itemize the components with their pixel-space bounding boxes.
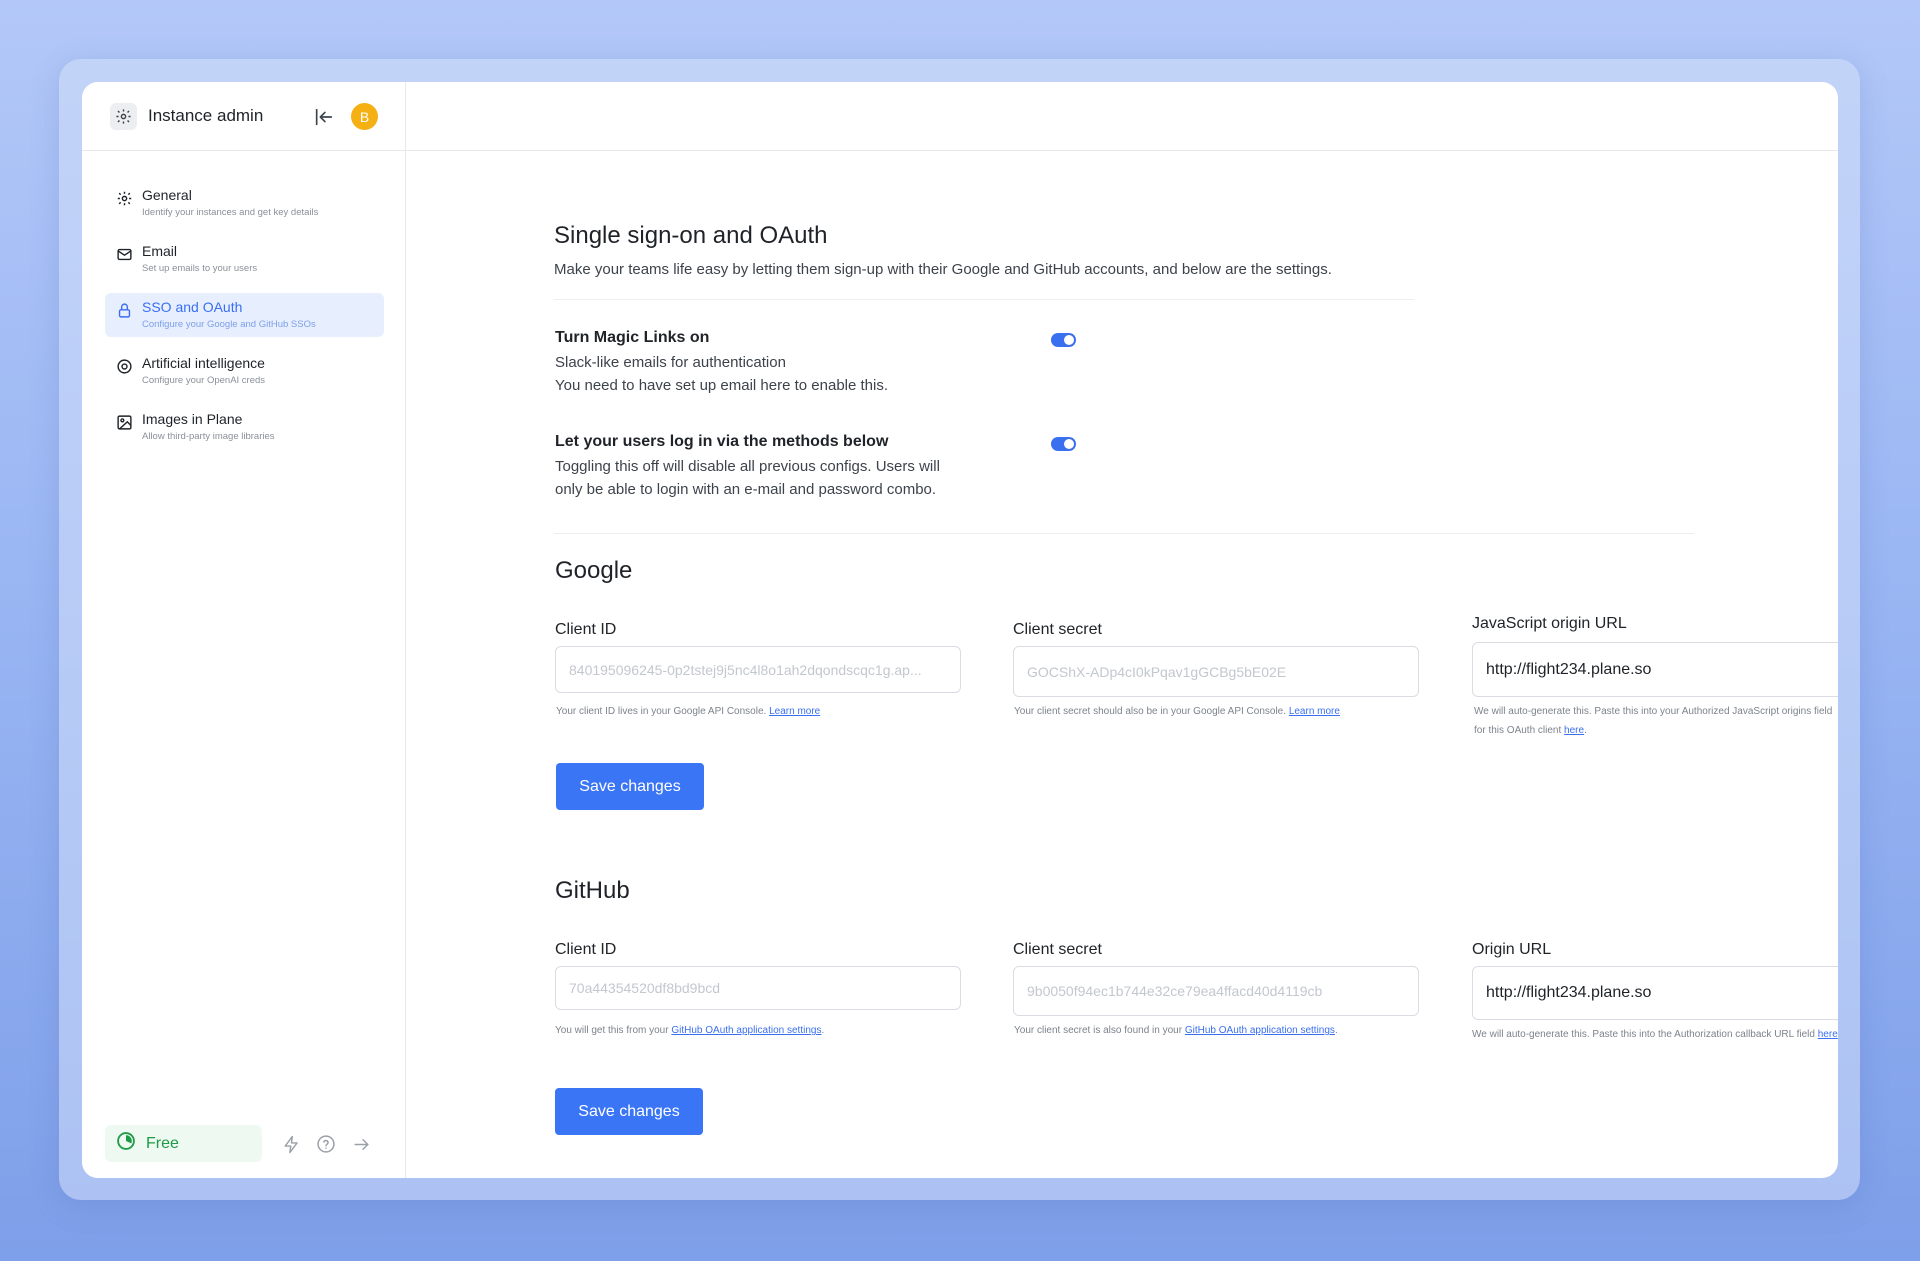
arrow-right-icon[interactable] <box>350 1133 372 1155</box>
magic-links-desc-line1: Slack-like emails for authentication <box>555 354 786 371</box>
google-client-id-hint: Your client ID lives in your Google API … <box>556 702 820 721</box>
logout-icon[interactable] <box>311 104 337 130</box>
github-section-title: GitHub <box>555 877 630 904</box>
page-subtitle: Make your teams life easy by letting the… <box>554 261 1332 278</box>
hint-text: We will auto-generate this. Paste this i… <box>1472 1029 1815 1040</box>
sidebar-item-description: Allow third-party image libraries <box>142 431 275 442</box>
gear-icon <box>115 189 133 207</box>
google-client-secret-input[interactable] <box>1013 646 1419 697</box>
divider <box>554 533 1694 534</box>
hint-text: Your client secret should also be in you… <box>1014 706 1287 717</box>
google-origin-url-label: JavaScript origin URL <box>1472 615 1627 632</box>
github-save-button[interactable]: Save changes <box>555 1088 703 1135</box>
sidebar-item-images[interactable]: Images in Plane Allow third-party image … <box>105 405 384 449</box>
hint-text: We will auto-generate this. Paste this i… <box>1474 706 1833 717</box>
plan-badge[interactable]: Free <box>105 1125 262 1162</box>
divider <box>554 299 1414 300</box>
sidebar-item-description: Set up emails to your users <box>142 263 258 274</box>
instance-admin-icon <box>110 103 137 130</box>
google-save-button[interactable]: Save changes <box>556 763 704 810</box>
github-client-id-hint: You will get this from your GitHub OAuth… <box>555 1025 825 1036</box>
here-link[interactable]: here <box>1564 725 1584 736</box>
sidebar-item-email[interactable]: Email Set up emails to your users <box>105 237 384 281</box>
github-origin-url-hint: We will auto-generate this. Paste this i… <box>1472 1025 1838 1044</box>
sidebar-item-label: Artificial intelligence <box>142 355 265 371</box>
github-client-secret-label: Client secret <box>1013 941 1102 958</box>
github-settings-link[interactable]: GitHub OAuth application settings <box>671 1025 821 1036</box>
sidebar-item-label: Images in Plane <box>142 411 243 427</box>
origin-url-value: http://flight234.plane.so <box>1486 984 1652 1001</box>
sidebar-item-label: General <box>142 187 192 203</box>
user-avatar[interactable]: B <box>351 103 378 130</box>
login-methods-title: Let your users log in via the methods be… <box>555 433 889 450</box>
magic-links-title: Turn Magic Links on <box>555 329 710 346</box>
sidebar-item-description: Configure your OpenAI creds <box>142 375 266 386</box>
google-section-title: Google <box>555 557 633 584</box>
magic-links-toggle[interactable] <box>1051 333 1076 347</box>
google-origin-url-field[interactable]: http://flight234.plane.so <box>1472 642 1838 697</box>
github-client-secret-input[interactable] <box>1013 966 1419 1016</box>
github-client-id-input[interactable] <box>555 966 961 1010</box>
help-icon[interactable] <box>315 1133 337 1155</box>
sidebar-header: Instance admin B <box>82 82 405 151</box>
plan-label: Free <box>146 1134 179 1152</box>
main-content: Single sign-on and OAuth Make your teams… <box>406 151 1838 1178</box>
magic-links-desc-line2: You need to have set up email here to en… <box>555 377 889 394</box>
instance-admin-title: Instance admin <box>148 106 264 125</box>
google-origin-url-hint: We will auto-generate this. Paste this i… <box>1474 702 1838 740</box>
sidebar-footer: Free <box>105 1125 384 1163</box>
github-client-id-label: Client ID <box>555 941 617 958</box>
google-client-id-label: Client ID <box>555 621 617 638</box>
github-origin-url-field[interactable]: http://flight234.plane.so <box>1472 966 1838 1020</box>
hint-text-line2: for this OAuth client here. <box>1474 725 1587 736</box>
hint-text: Your client ID lives in your Google API … <box>556 706 767 717</box>
sidebar: Instance admin B General Identify your i… <box>82 82 406 1178</box>
sidebar-item-label: Email <box>142 243 178 259</box>
hint-text: Your client secret is also found in your <box>1014 1025 1183 1036</box>
google-client-secret-hint: Your client secret should also be in you… <box>1014 702 1340 721</box>
image-icon <box>115 413 133 431</box>
sidebar-nav: General Identify your instances and get … <box>105 181 384 461</box>
brain-icon <box>115 357 133 375</box>
sidebar-item-description: Configure your Google and GitHub SSOs <box>142 319 316 330</box>
sidebar-item-general[interactable]: General Identify your instances and get … <box>105 181 384 225</box>
lock-icon <box>115 301 133 319</box>
here-link[interactable]: here <box>1818 1029 1838 1040</box>
learn-more-link[interactable]: Learn more <box>769 706 820 717</box>
sidebar-item-label: SSO and OAuth <box>142 299 243 315</box>
origin-url-value: http://flight234.plane.so <box>1486 660 1652 678</box>
page-title: Single sign-on and OAuth <box>554 222 828 249</box>
google-client-secret-label: Client secret <box>1013 621 1102 638</box>
app-window: Instance admin B General Identify your i… <box>82 82 1838 1178</box>
mail-icon <box>115 245 133 263</box>
google-client-id-input[interactable] <box>555 646 961 693</box>
sidebar-item-sso-oauth[interactable]: SSO and OAuth Configure your Google and … <box>105 293 384 337</box>
login-methods-toggle[interactable] <box>1051 437 1076 451</box>
learn-more-link[interactable]: Learn more <box>1289 706 1340 717</box>
sidebar-item-description: Identify your instances and get key deta… <box>142 207 319 218</box>
github-client-secret-hint: Your client secret is also found in your… <box>1014 1025 1338 1036</box>
lightning-icon[interactable] <box>280 1133 302 1155</box>
login-methods-desc-line1: Toggling this off will disable all previ… <box>555 458 940 475</box>
topbar <box>406 82 1838 151</box>
github-origin-url-label: Origin URL <box>1472 941 1552 958</box>
plan-progress-icon <box>116 1131 136 1156</box>
hint-text: for this OAuth client <box>1474 725 1562 736</box>
login-methods-desc-line2: only be able to login with an e-mail and… <box>555 481 937 498</box>
hint-text: You will get this from your <box>555 1025 669 1036</box>
sidebar-item-ai[interactable]: Artificial intelligence Configure your O… <box>105 349 384 393</box>
github-settings-link[interactable]: GitHub OAuth application settings <box>1185 1025 1335 1036</box>
